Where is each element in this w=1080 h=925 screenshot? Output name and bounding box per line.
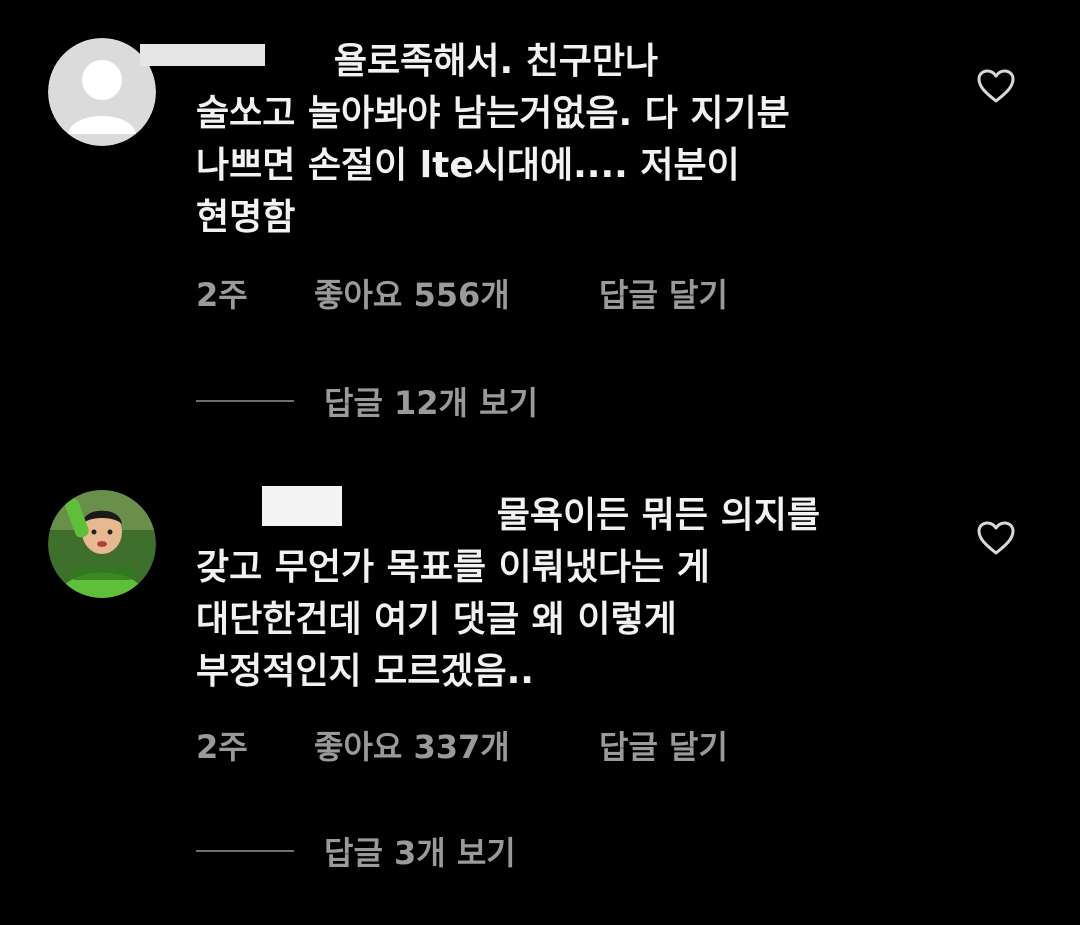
- comment-meta: 2주 좋아요 556개 답글 달기: [196, 270, 728, 316]
- heart-outline-icon[interactable]: [976, 520, 1016, 556]
- divider: [196, 850, 294, 852]
- reply-button[interactable]: 답글 달기: [599, 270, 728, 316]
- comment-meta: 2주 좋아요 337개 답글 달기: [196, 722, 728, 768]
- comment-time: 2주: [196, 276, 248, 314]
- photo-avatar-icon: [48, 490, 156, 598]
- view-replies-button[interactable]: 답글 12개 보기: [196, 378, 538, 424]
- like-count[interactable]: 좋아요 337개: [314, 722, 599, 768]
- heart-outline-icon[interactable]: [976, 68, 1016, 104]
- reply-button[interactable]: 답글 달기: [599, 722, 728, 768]
- like-count[interactable]: 좋아요 556개: [314, 270, 599, 316]
- avatar[interactable]: [48, 490, 156, 598]
- comment-text: 물욕이든 뭐든 의지를 갖고 무언가 목표를 이뤄냈다는 게 대단한건데 여기 …: [196, 495, 820, 692]
- view-replies-label: 답글 3개 보기: [324, 834, 516, 872]
- view-replies-button[interactable]: 답글 3개 보기: [196, 828, 516, 874]
- view-replies-label: 답글 12개 보기: [324, 384, 539, 422]
- comment-time: 2주: [196, 728, 248, 766]
- comment-text: 욜로족해서. 친구만나 술쏘고 놀아봐야 남는거없음. 다 지기분 나쁘면 손절…: [196, 41, 790, 238]
- divider: [196, 400, 294, 402]
